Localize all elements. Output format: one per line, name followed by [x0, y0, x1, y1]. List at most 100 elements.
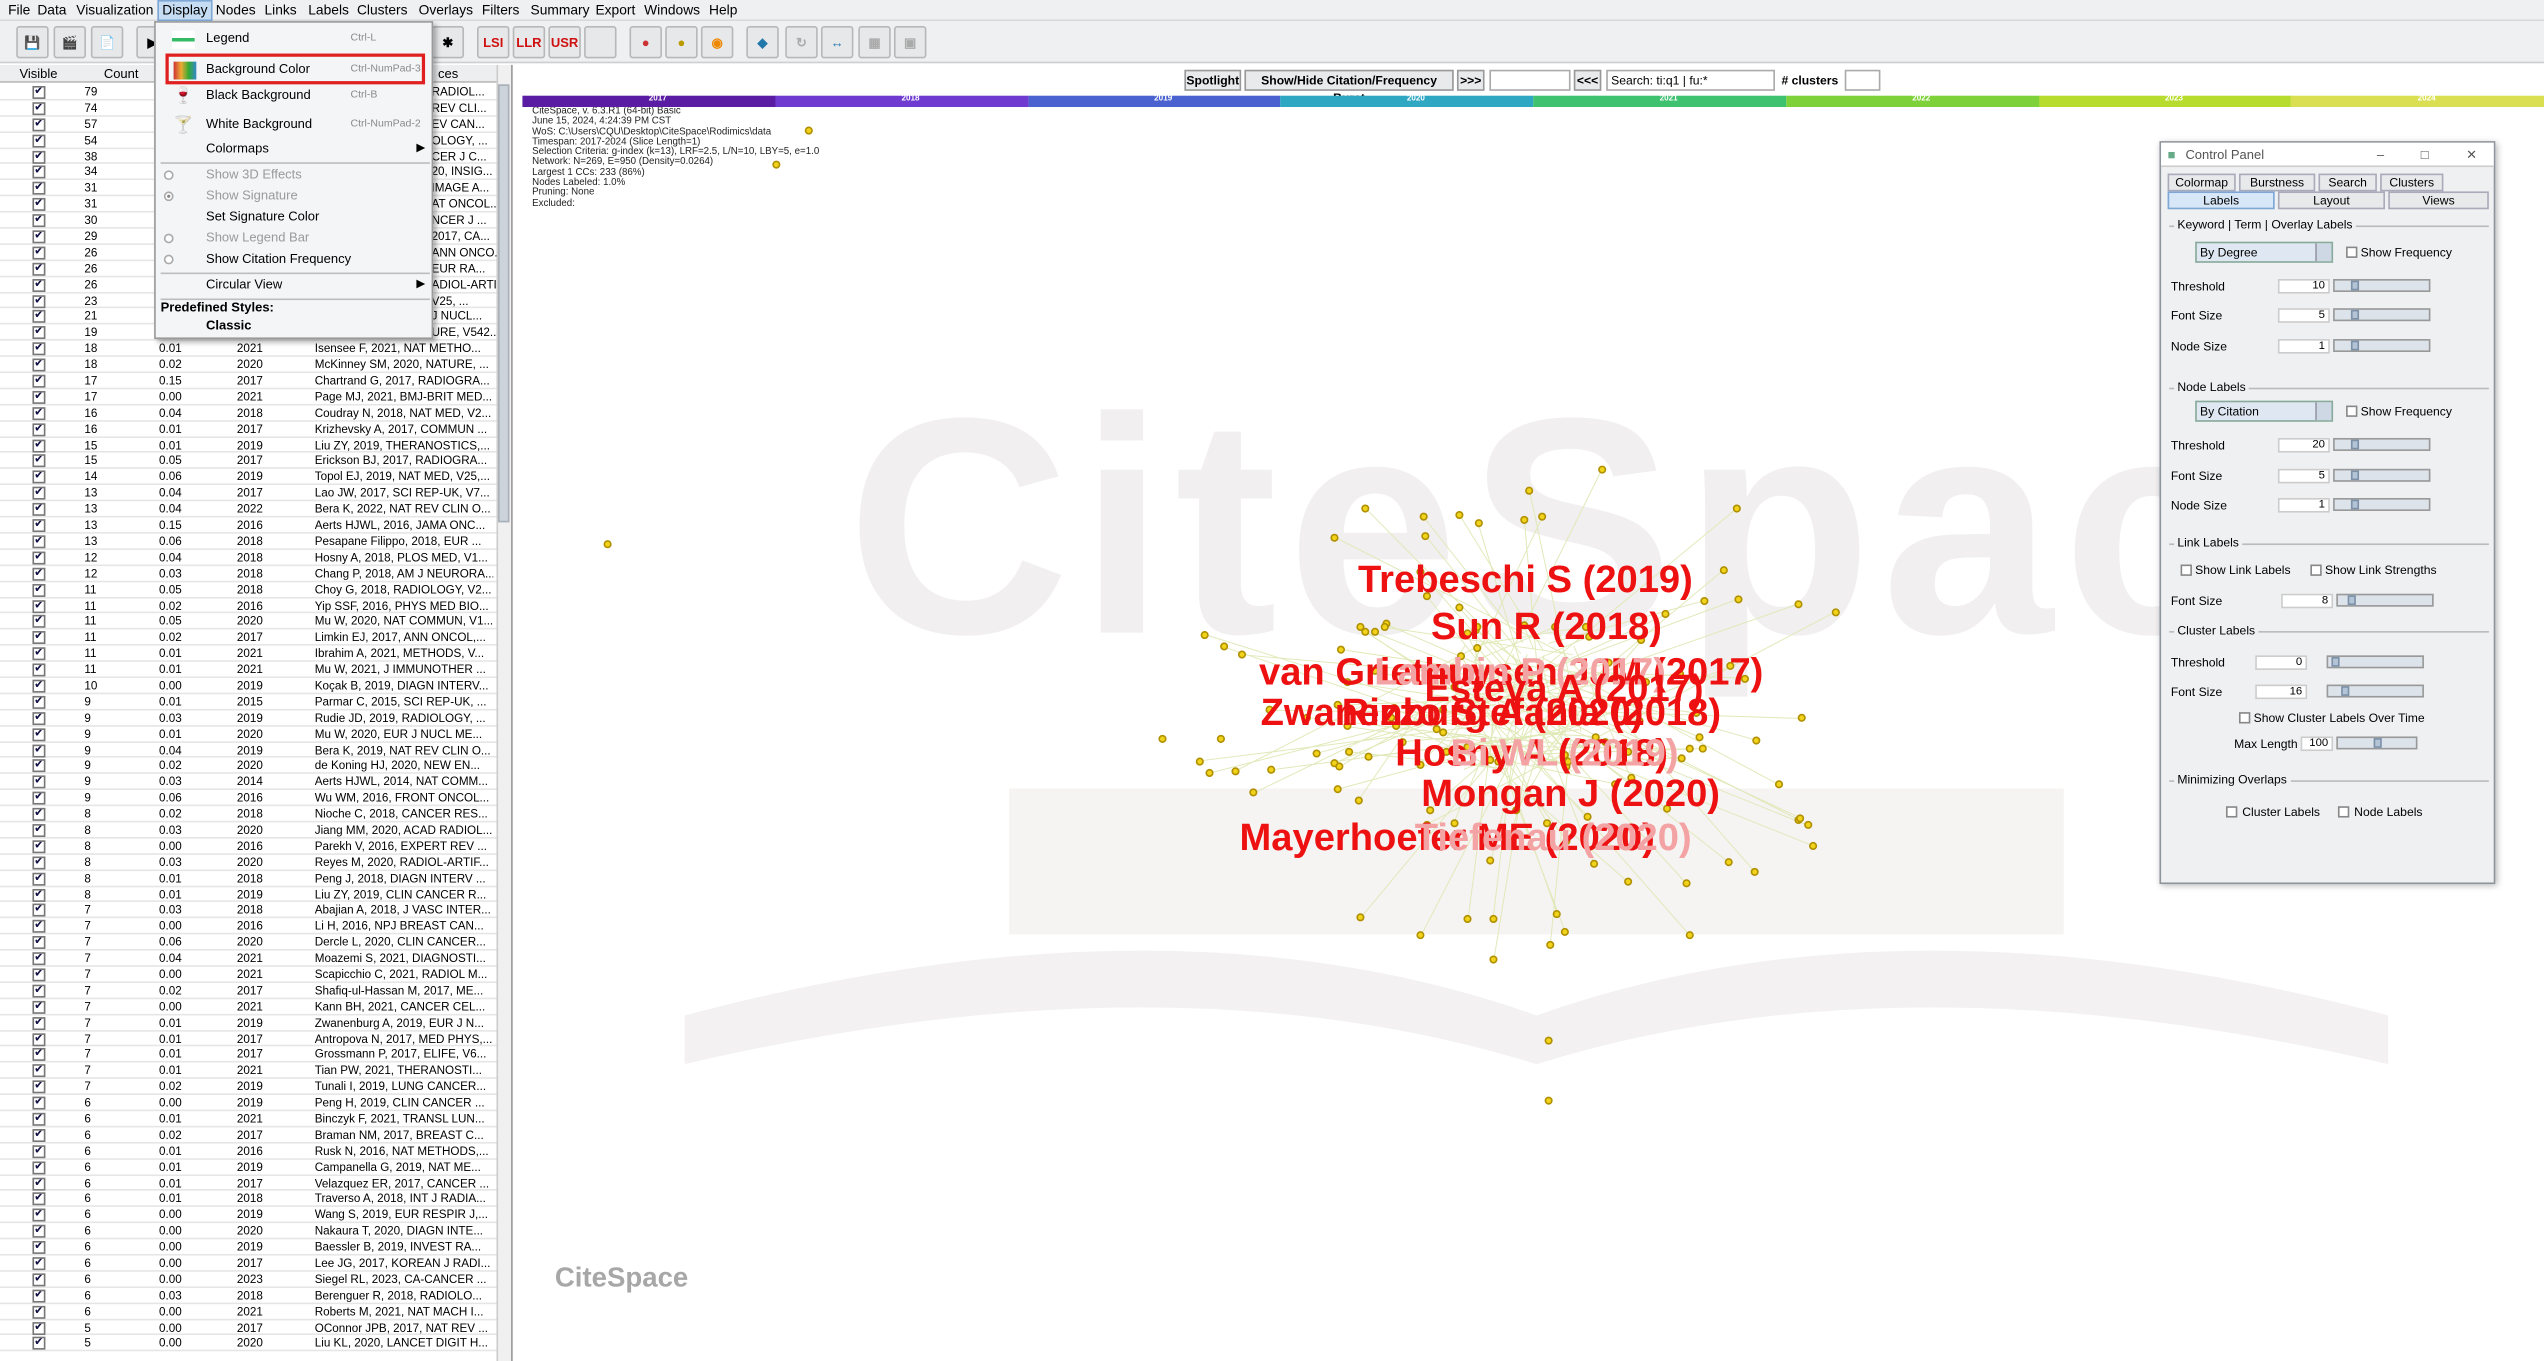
node-labels-overlap-checkbox[interactable]	[2337, 806, 2350, 818]
visible-checkbox[interactable]: ✔	[32, 278, 46, 292]
visible-checkbox[interactable]: ✔	[32, 1096, 46, 1110]
visible-checkbox[interactable]: ✔	[32, 134, 46, 148]
menu-colormaps[interactable]: Colormaps ▶	[156, 136, 435, 162]
visible-checkbox[interactable]: ✔	[32, 743, 46, 757]
menu-black-background[interactable]: 🍷 Black Background Ctrl-B	[156, 83, 435, 109]
table-row[interactable]: ✔ 11 0.02 2017 Limkin EJ, 2017, ANN ONCOL,..…	[0, 630, 497, 646]
table-row[interactable]: ✔ 6 0.01 2018 Traverso A, 2018, INT J RADIA.…	[0, 1191, 497, 1208]
visible-checkbox[interactable]: ✔	[32, 952, 46, 966]
visible-checkbox[interactable]: ✔	[32, 358, 46, 372]
table-row[interactable]: ✔ 7 0.02 2019 Tunali I, 2019, LUNG CANCER...	[0, 1079, 497, 1096]
table-row[interactable]: ✔ 7 0.01 2021 Tian PW, 2021, THERANOSTI...	[0, 1063, 497, 1080]
show-hide-burst-button[interactable]: Show/Hide Citation/Frequency Burst	[1244, 69, 1454, 105]
show-link-strengths-checkbox[interactable]	[2310, 564, 2322, 576]
table-row[interactable]: ✔ 9 0.06 2016 Wu WM, 2016, FRONT ONCOL...	[0, 790, 497, 807]
network-node[interactable]	[1831, 607, 1840, 616]
network-node[interactable]	[1230, 767, 1239, 776]
network-node[interactable]	[1719, 565, 1729, 574]
table-row[interactable]: ✔ 8 0.01 2019 Liu ZY, 2019, CLIN CANCER R...	[0, 887, 497, 903]
table-scroll-thumb[interactable]	[498, 84, 510, 523]
yellow-dots-icon[interactable]: ●	[665, 25, 698, 59]
menu-data[interactable]: Data	[34, 2, 70, 20]
node-font-size-slider[interactable]	[2333, 468, 2431, 482]
table-row[interactable]: ✔ 7 0.00 2021 Kann BH, 2021, CANCER CEL...	[0, 999, 497, 1015]
table-row[interactable]: ✔ 9 0.04 2019 Bera K, 2019, NAT REV CLIN O..…	[0, 742, 497, 759]
visible-checkbox[interactable]: ✔	[32, 85, 46, 99]
visible-checkbox[interactable]: ✔	[32, 904, 46, 918]
visible-checkbox[interactable]: ✔	[32, 390, 46, 404]
visible-checkbox[interactable]: ✔	[32, 150, 46, 164]
table-row[interactable]: ✔ 6 0.00 2021 Roberts M, 2021, NAT MACH I...	[0, 1304, 497, 1320]
cluster-font-size-slider[interactable]	[2326, 684, 2424, 698]
lsi-button[interactable]: LSI	[476, 25, 510, 59]
visible-checkbox[interactable]: ✔	[32, 1160, 46, 1174]
table-row[interactable]: ✔ 7 0.00 2021 Scapicchio C, 2021, RADIOL M..…	[0, 967, 497, 983]
table-row[interactable]: ✔ 12 0.03 2018 Chang P, 2018, AM J NEURORA..…	[0, 566, 497, 582]
next-button[interactable]: >>>	[1456, 69, 1485, 91]
menu-background-color[interactable]: Background Color Ctrl-NumPad-3	[165, 53, 426, 85]
pdf-icon[interactable]: 📄	[90, 25, 124, 59]
table-row[interactable]: ✔ 6 0.02 2017 Braman NM, 2017, BREAST C...	[0, 1127, 497, 1144]
table-row[interactable]: ✔ 12 0.04 2018 Hosny A, 2018, PLOS MED, V1..…	[0, 550, 497, 566]
visible-checkbox[interactable]: ✔	[32, 230, 46, 244]
menu-classic[interactable]: Classic	[156, 313, 435, 339]
visible-checkbox[interactable]: ✔	[32, 1321, 46, 1335]
layout-icon[interactable]: ↔	[820, 25, 854, 59]
visible-checkbox[interactable]: ✔	[32, 198, 46, 212]
visible-checkbox[interactable]: ✔	[32, 166, 46, 180]
search-value-field[interactable]	[1489, 69, 1571, 91]
keyword-label-combo[interactable]: By Degree	[2195, 241, 2334, 263]
tab-colormap[interactable]: Colormap	[2167, 173, 2236, 192]
table-row[interactable]: ✔ 13 0.15 2016 Aerts HJWL, 2016, JAMA ONC...	[0, 518, 497, 534]
target-icon[interactable]: ◉	[700, 25, 734, 59]
network-node[interactable]	[1333, 785, 1342, 794]
visible-checkbox[interactable]: ✔	[32, 968, 46, 982]
refresh-icon[interactable]: ↻	[785, 25, 818, 59]
table-row[interactable]: ✔ 7 0.06 2020 Dercle L, 2020, CLIN CANCER...	[0, 935, 497, 951]
visible-checkbox[interactable]: ✔	[32, 1257, 46, 1271]
network-node[interactable]	[1796, 813, 1805, 822]
menu-summary[interactable]: Summary	[527, 2, 593, 20]
menu-white-background[interactable]: 🍸 White Background Ctrl-NumPad-2	[156, 112, 435, 138]
network-node[interactable]	[1364, 752, 1373, 761]
visible-checkbox[interactable]: ✔	[32, 1144, 46, 1158]
grid-icon[interactable]: ▦	[858, 25, 891, 59]
menu-display[interactable]: Display	[157, 0, 213, 22]
network-node[interactable]	[1157, 734, 1166, 743]
visible-checkbox[interactable]: ✔	[32, 1193, 46, 1207]
visible-checkbox[interactable]: ✔	[32, 1225, 46, 1239]
network-node[interactable]	[1700, 596, 1709, 605]
table-row[interactable]: ✔ 7 0.00 2016 Li H, 2016, NPJ BREAST CAN...	[0, 919, 497, 935]
table-row[interactable]: ✔ 9 0.03 2014 Aerts HJWL, 2014, NAT COMM...	[0, 774, 497, 791]
network-node[interactable]	[1543, 1095, 1552, 1104]
visible-checkbox[interactable]: ✔	[32, 471, 46, 485]
visible-checkbox[interactable]: ✔	[32, 374, 46, 388]
network-node[interactable]	[1525, 486, 1534, 495]
show-link-labels-checkbox[interactable]	[2180, 564, 2192, 576]
table-row[interactable]: ✔ 16 0.04 2018 Coudray N, 2018, NAT MED, V2.…	[0, 405, 497, 422]
network-icon[interactable]: ◆	[746, 25, 779, 59]
visible-checkbox[interactable]: ✔	[32, 936, 46, 950]
node-label[interactable]: Sun R (2018)	[1431, 605, 1662, 649]
visible-checkbox[interactable]: ✔	[32, 663, 46, 677]
table-row[interactable]: ✔ 13 0.06 2018 Pesapane Filippo, 2018, EUR .…	[0, 534, 497, 550]
network-node[interactable]	[1205, 769, 1214, 778]
visible-checkbox[interactable]: ✔	[32, 1273, 46, 1287]
keyword-show-frequency-checkbox[interactable]	[2346, 246, 2358, 258]
table-row[interactable]: ✔ 17 0.00 2021 Page MJ, 2021, BMJ-BRIT MED..…	[0, 389, 497, 406]
tab-search[interactable]: Search	[2318, 173, 2377, 192]
menu-legend[interactable]: Legend Ctrl-L	[156, 26, 435, 52]
visible-checkbox[interactable]: ✔	[32, 599, 46, 613]
movie-icon[interactable]: 🎬	[53, 25, 86, 59]
network-node[interactable]	[1597, 465, 1606, 474]
menu-file[interactable]: File	[5, 2, 34, 20]
table-row[interactable]: ✔ 6 0.00 2020 Nakaura T, 2020, DIAGN INTE...	[0, 1223, 497, 1240]
menu-clusters[interactable]: Clusters	[354, 2, 411, 20]
network-node[interactable]	[1354, 795, 1363, 805]
menu-labels[interactable]: Labels	[305, 2, 352, 20]
save-icon[interactable]: 💾	[16, 25, 49, 59]
table-row[interactable]: ✔ 6 0.03 2018 Berenguer R, 2018, RADIOLO...	[0, 1288, 497, 1304]
visible-checkbox[interactable]: ✔	[32, 679, 46, 693]
table-row[interactable]: ✔ 11 0.05 2020 Mu W, 2020, NAT COMMUN, V1...	[0, 614, 497, 630]
table-row[interactable]: ✔ 7 0.02 2017 Shafiq-ul-Hassan M, 2017, ME..…	[0, 983, 497, 999]
